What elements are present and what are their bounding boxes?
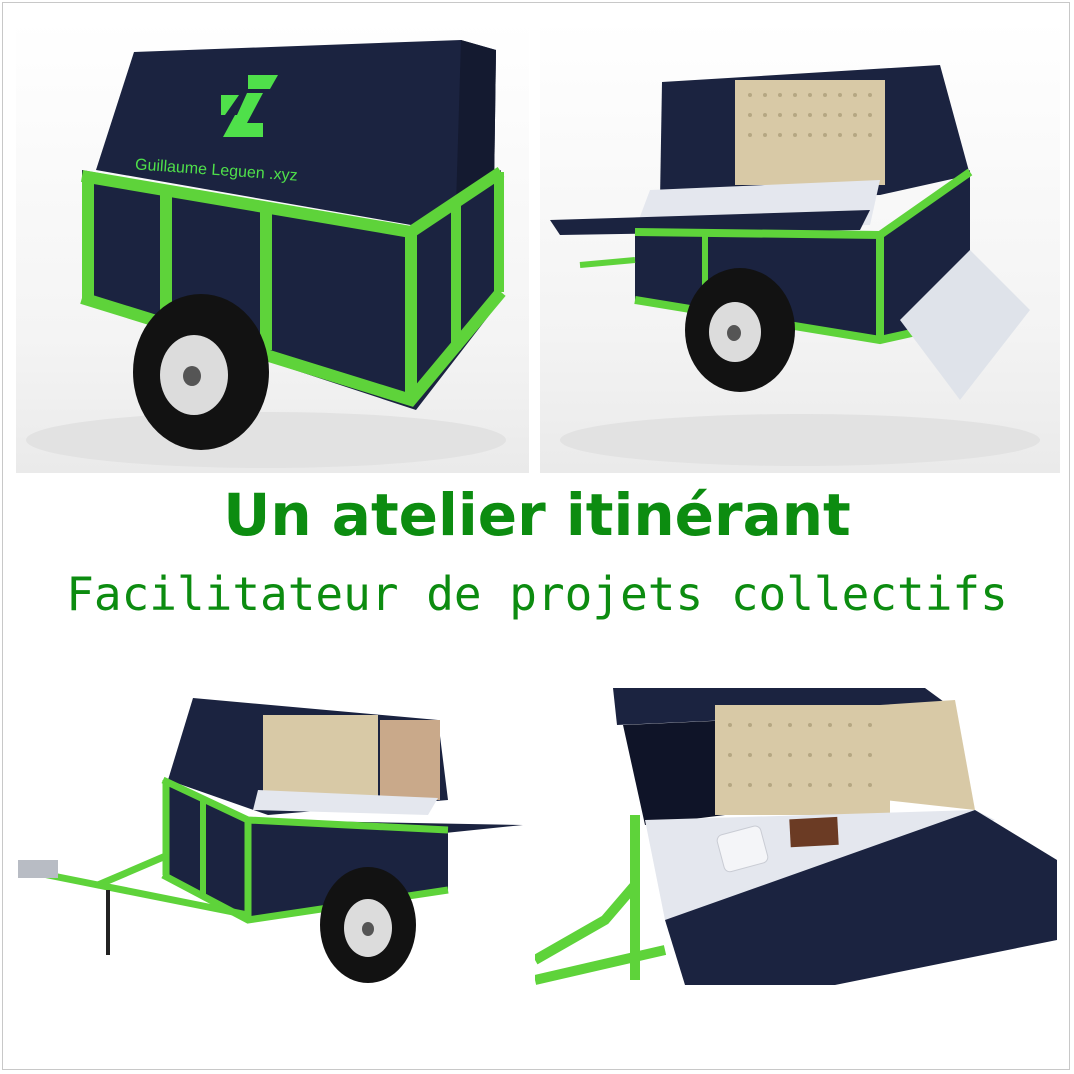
render-open-trailer-three-quarter xyxy=(8,680,533,1060)
render-closed-trailer: Guillaume Leguen .xyz xyxy=(16,20,529,473)
page-title: Un atelier itinérant xyxy=(223,481,851,549)
render-open-trailer-closeup xyxy=(535,680,1063,990)
render-open-trailer-side xyxy=(540,20,1060,473)
page-subtitle: Facilitateur de projets collectifs xyxy=(66,567,1008,621)
